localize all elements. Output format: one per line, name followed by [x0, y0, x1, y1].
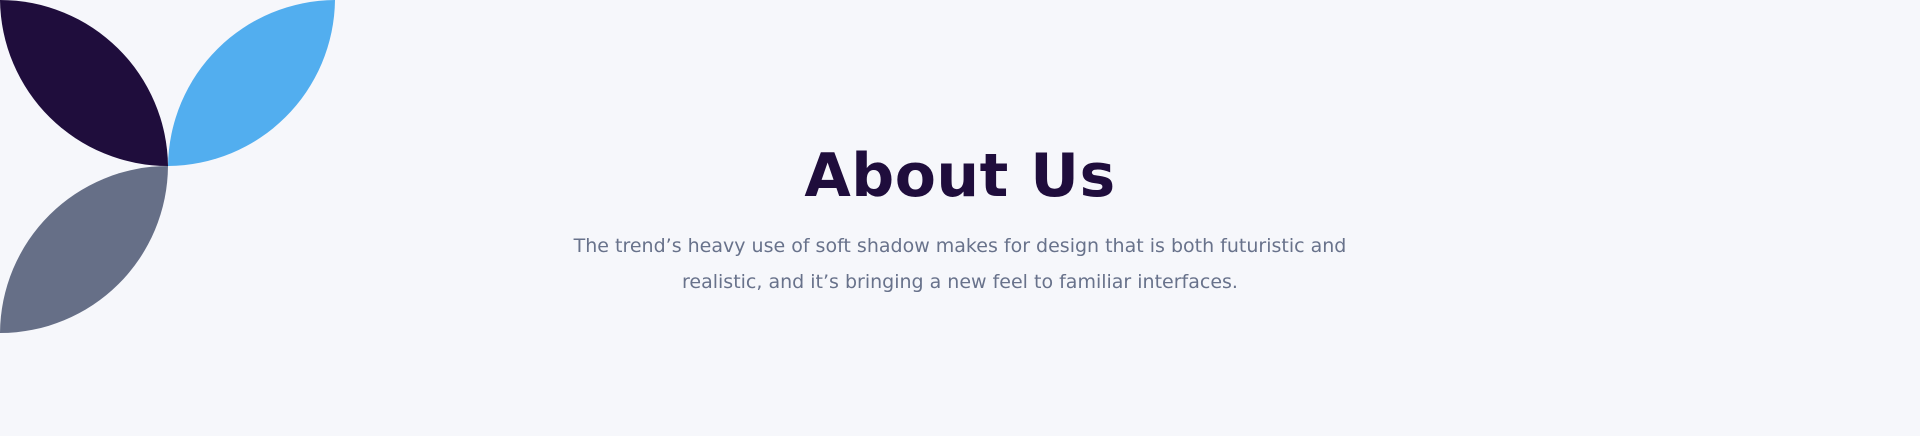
section-title: About Us	[804, 141, 1116, 211]
section-description: The trend’s heavy use of soft shadow mak…	[573, 235, 1347, 293]
about-section: About Us The trend’s heavy use of soft s…	[0, 0, 1920, 436]
